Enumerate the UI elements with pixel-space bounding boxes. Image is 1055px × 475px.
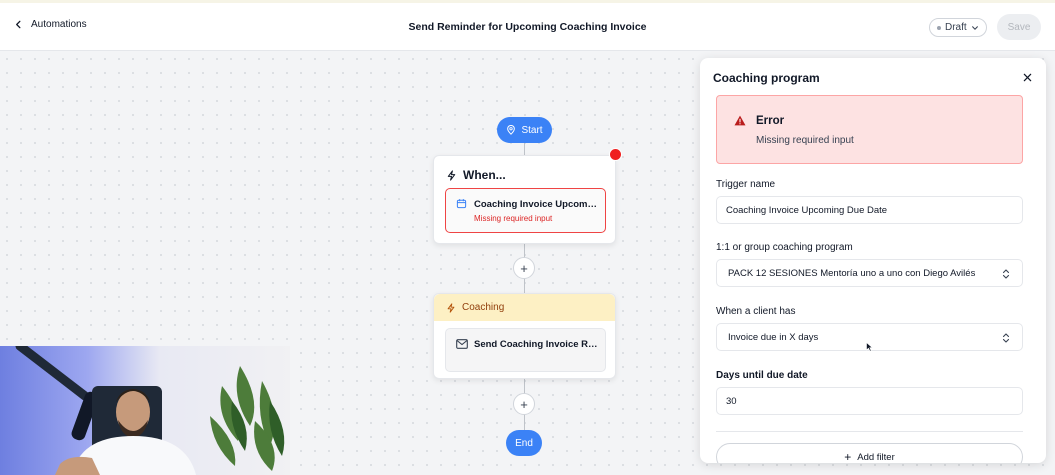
trigger-item[interactable]: Coaching Invoice Upcoming Due Date Missi… xyxy=(445,188,606,233)
coaching-heading-text: Coaching xyxy=(462,302,505,313)
map-pin-icon xyxy=(507,125,516,135)
program-select[interactable]: PACK 12 SESIONES Mentoría uno a uno con … xyxy=(716,259,1023,287)
lightning-icon xyxy=(447,169,456,181)
trigger-settings-panel: Coaching program Error Missing required … xyxy=(700,58,1046,463)
error-alert-title: Error xyxy=(756,115,785,127)
close-panel-button[interactable] xyxy=(1020,70,1034,84)
trigger-heading-text: When... xyxy=(463,168,506,182)
days-label: Days until due date xyxy=(716,370,808,381)
panel-title: Coaching program xyxy=(713,71,820,85)
chevron-up-down-icon xyxy=(1002,269,1010,279)
start-label: Start xyxy=(521,124,543,136)
chevron-up-down-icon xyxy=(1002,333,1010,343)
program-label: 1:1 or group coaching program xyxy=(716,242,853,253)
error-alert: Error Missing required input xyxy=(716,95,1023,164)
error-indicator-dot xyxy=(609,148,622,161)
coaching-action-card[interactable]: Coaching Send Coaching Invoice Reminder xyxy=(433,293,616,379)
trigger-card[interactable]: When... Coaching Invoice Upcoming Due Da… xyxy=(433,155,616,244)
add-step-button[interactable]: + xyxy=(513,257,535,279)
trigger-item-title: Coaching Invoice Upcoming Due Date xyxy=(474,199,599,210)
end-label: End xyxy=(515,437,533,449)
trigger-item-error: Missing required input xyxy=(474,214,553,223)
error-alert-message: Missing required input xyxy=(756,135,854,146)
lightning-icon xyxy=(447,302,455,313)
panel-divider xyxy=(716,431,1023,432)
status-label: Draft xyxy=(945,22,967,33)
condition-label: When a client has xyxy=(716,306,796,317)
automation-title: Send Reminder for Upcoming Coaching Invo… xyxy=(408,21,647,33)
webcam-overlay xyxy=(0,346,290,475)
add-filter-button[interactable]: + Add filter xyxy=(716,443,1023,463)
trigger-card-heading: When... xyxy=(446,168,506,182)
trigger-name-input[interactable]: Coaching Invoice Upcoming Due Date xyxy=(716,196,1023,224)
start-node[interactable]: Start xyxy=(497,117,552,143)
save-button[interactable]: Save xyxy=(997,14,1041,40)
coaching-card-header: Coaching xyxy=(434,294,615,321)
mouse-cursor-icon xyxy=(866,342,873,352)
chevron-down-icon xyxy=(971,25,978,30)
trigger-name-label: Trigger name xyxy=(716,179,776,190)
action-item-title: Send Coaching Invoice Reminder xyxy=(474,339,599,350)
condition-select-value: Invoice due in X days xyxy=(728,331,819,343)
add-filter-label: Add filter xyxy=(857,451,895,463)
end-node[interactable]: End xyxy=(506,430,542,456)
plus-icon: + xyxy=(844,450,852,463)
webcam-presenter-image xyxy=(15,346,285,475)
top-bar: Automations Send Reminder for Upcoming C… xyxy=(0,3,1055,51)
action-item[interactable]: Send Coaching Invoice Reminder xyxy=(445,328,606,372)
days-input[interactable]: 30 xyxy=(716,387,1023,415)
close-icon xyxy=(1023,73,1031,81)
status-dot xyxy=(937,25,941,30)
add-step-button[interactable]: + xyxy=(513,393,535,415)
program-select-value: PACK 12 SESIONES Mentoría uno a uno con … xyxy=(728,267,976,279)
mail-icon xyxy=(456,339,468,349)
warning-triangle-icon xyxy=(734,115,746,126)
connector-line xyxy=(524,142,525,156)
calendar-icon xyxy=(456,199,467,209)
status-dropdown[interactable]: Draft xyxy=(929,18,987,37)
